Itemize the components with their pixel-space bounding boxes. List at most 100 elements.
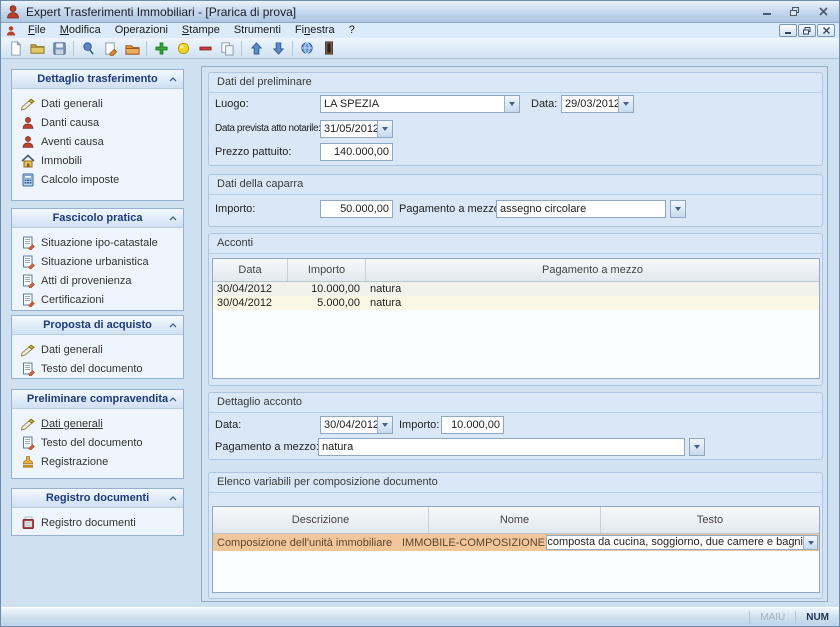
sidebar-item-certificazioni[interactable]: Certificazioni (12, 290, 183, 309)
sidebar-item-label: Dati generali (41, 344, 103, 356)
toolbar-separator (73, 41, 74, 56)
person-icon (21, 135, 35, 149)
edit-document-button[interactable] (99, 39, 121, 58)
sidebar-item-situazione-urbanistica[interactable]: Situazione urbanistica (12, 252, 183, 271)
restore-icon[interactable] (787, 6, 803, 18)
save-button[interactable] (48, 39, 70, 58)
testo-combo[interactable]: composta da cucina, soggiorno, due camer… (546, 535, 818, 550)
column-header-testo[interactable]: Testo (601, 507, 819, 533)
mdi-restore-icon[interactable] (798, 24, 816, 37)
pagamento-acconto-input[interactable]: natura (318, 438, 685, 456)
group-title: Dettaglio acconto (209, 393, 822, 413)
dropdown-button[interactable] (377, 417, 392, 433)
sidebar-section-preliminare-compravendita: Preliminare compravendita Dati generali … (11, 389, 184, 479)
group-dati-preliminare: Dati del preliminare Luogo: LA SPEZIA Da… (208, 72, 823, 166)
modify-button[interactable] (172, 39, 194, 58)
add-button[interactable] (150, 39, 172, 58)
sidebar-item-preliminare-dati-generali[interactable]: Dati generali (12, 414, 183, 433)
variabili-row[interactable]: Composizione dell'unità immobiliare IMMO… (213, 534, 819, 551)
group-acconti: Acconti Data Importo Pagamento a mezzo 3… (208, 233, 823, 386)
sidebar-item-preliminare-testo-documento[interactable]: Testo del documento (12, 433, 183, 452)
pagamento-caparra-input[interactable]: assegno circolare (496, 200, 666, 218)
section-title: Registro documenti (46, 492, 149, 504)
luogo-combo[interactable]: LA SPEZIA (320, 95, 520, 113)
minimize-icon[interactable] (759, 6, 775, 18)
sidebar-item-dati-generali[interactable]: Dati generali (12, 94, 183, 113)
sidebar-section-registro-documenti: Registro documenti Registro documenti (11, 488, 184, 536)
move-down-button[interactable] (267, 39, 289, 58)
sidebar-item-label: Registrazione (41, 456, 108, 468)
move-up-icon (250, 42, 263, 55)
sidebar-item-situazione-ipo-catastale[interactable]: Situazione ipo-catastale (12, 233, 183, 252)
importo-caparra-input[interactable]: 50.000,00 (320, 200, 393, 218)
duplicate-button[interactable] (216, 39, 238, 58)
pagamento-acconto-label: Pagamento a mezzo: (215, 438, 319, 456)
mdi-close-icon[interactable] (817, 24, 835, 37)
sidebar-item-calcolo-imposte[interactable]: Calcolo imposte (12, 170, 183, 189)
status-bar: MAIU NUM (1, 607, 839, 626)
sidebar-item-registrazione[interactable]: Registrazione (12, 452, 183, 471)
sidebar-item-proposta-dati-generali[interactable]: Dati generali (12, 340, 183, 359)
dropdown-button[interactable] (504, 96, 519, 112)
menu-finestra[interactable]: Finestra (288, 23, 342, 38)
help-button[interactable] (296, 39, 318, 58)
sidebar-item-label: Immobili (41, 155, 82, 167)
paste-button[interactable] (121, 39, 143, 58)
menu-bar: File Modifica Operazioni Stampe Strument… (1, 23, 839, 38)
data-preliminare-combo[interactable]: 29/03/2012 (561, 95, 634, 113)
menu-file[interactable]: File (21, 23, 53, 38)
menu-strumenti[interactable]: Strumenti (227, 23, 288, 38)
stamp-icon (21, 455, 35, 469)
menu-operazioni[interactable]: Operazioni (108, 23, 175, 38)
cell-pagamento: natura (366, 283, 819, 295)
sidebar-item-proposta-testo-documento[interactable]: Testo del documento (12, 359, 183, 378)
dropdown-button[interactable] (377, 121, 392, 137)
new-button[interactable] (4, 39, 26, 58)
acconti-row[interactable]: 30/04/2012 5.000,00 natura (213, 296, 819, 310)
section-header-fascicolo-pratica[interactable]: Fascicolo pratica (12, 209, 183, 228)
move-up-button[interactable] (245, 39, 267, 58)
section-header-proposta-di-acquisto[interactable]: Proposta di acquisto (12, 316, 183, 335)
column-header-descrizione[interactable]: Descrizione (213, 507, 429, 533)
sidebar-item-registro-documenti[interactable]: Registro documenti (12, 513, 183, 532)
column-header-nome[interactable]: Nome (429, 507, 601, 533)
open-button[interactable] (26, 39, 48, 58)
column-header-pagamento[interactable]: Pagamento a mezzo (366, 259, 819, 281)
importo-acconto-input[interactable]: 10.000,00 (441, 416, 504, 434)
person-icon (21, 116, 35, 130)
pagamento-acconto-dropdown-button[interactable] (689, 438, 705, 456)
dropdown-arrow-icon (675, 207, 681, 211)
column-header-data[interactable]: Data (213, 259, 288, 281)
menu-help[interactable]: ? (342, 23, 362, 38)
testo-value: composta da cucina, soggiorno, due camer… (547, 536, 803, 549)
sidebar-item-danti-causa[interactable]: Danti causa (12, 113, 183, 132)
exit-button[interactable] (318, 39, 340, 58)
sidebar-item-immobili[interactable]: Immobili (12, 151, 183, 170)
section-header-registro-documenti[interactable]: Registro documenti (12, 489, 183, 508)
variabili-grid: Descrizione Nome Testo Composizione dell… (212, 506, 820, 593)
atto-notarile-combo[interactable]: 31/05/2012 (320, 120, 393, 138)
data-acconto-combo[interactable]: 30/04/2012 (320, 416, 393, 434)
close-icon[interactable] (815, 6, 831, 18)
num-lock-indicator: NUM (795, 611, 839, 624)
section-title: Fascicolo pratica (53, 212, 143, 224)
document-edit-icon (21, 274, 35, 288)
pagamento-caparra-dropdown-button[interactable] (670, 200, 686, 218)
dropdown-button[interactable] (618, 96, 633, 112)
dropdown-button[interactable] (803, 536, 817, 549)
column-header-importo[interactable]: Importo (288, 259, 366, 281)
section-header-dettaglio-trasferimento[interactable]: Dettaglio trasferimento (12, 70, 183, 89)
sidebar-item-aventi-causa[interactable]: Aventi causa (12, 132, 183, 151)
attach-button[interactable] (77, 39, 99, 58)
menu-stampe[interactable]: Stampe (175, 23, 227, 38)
delete-button[interactable] (194, 39, 216, 58)
sidebar-section-fascicolo-pratica: Fascicolo pratica Situazione ipo-catasta… (11, 208, 184, 311)
mdi-minimize-icon[interactable] (779, 24, 797, 37)
section-header-preliminare-compravendita[interactable]: Preliminare compravendita (12, 390, 183, 409)
modify-icon (177, 42, 190, 55)
menu-modifica[interactable]: Modifica (53, 23, 108, 38)
prezzo-pattuito-input[interactable]: 140.000,00 (320, 143, 393, 161)
sidebar-item-label: Testo del documento (41, 437, 143, 449)
sidebar-item-atti-di-provenienza[interactable]: Atti di provenienza (12, 271, 183, 290)
acconti-row[interactable]: 30/04/2012 10.000,00 natura (213, 282, 819, 296)
